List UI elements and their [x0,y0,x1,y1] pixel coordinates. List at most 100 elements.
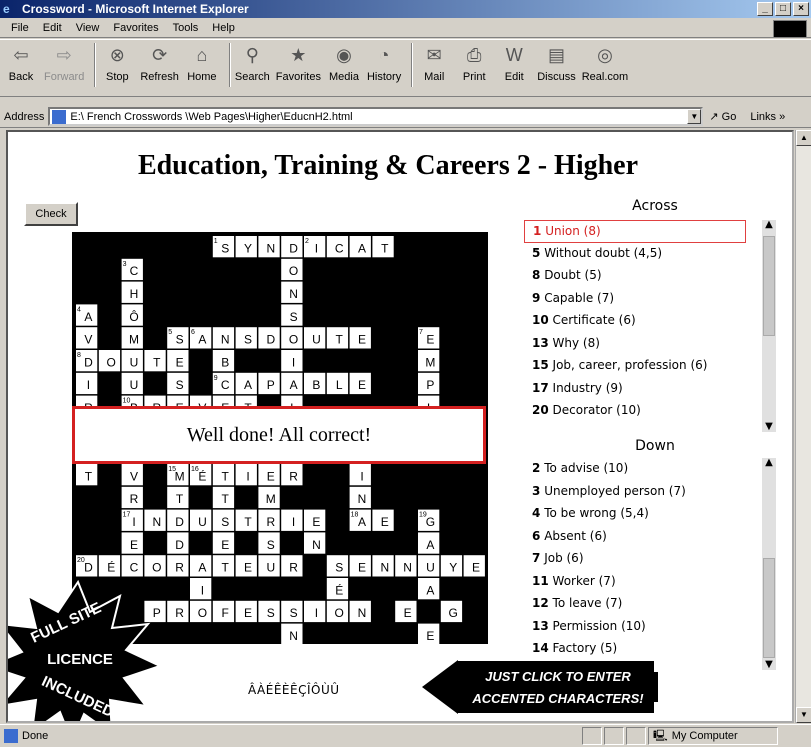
menu-file[interactable]: File [4,22,36,34]
grid-cell[interactable]: 3C [121,258,143,281]
grid-cell[interactable]: 9C [212,372,235,395]
scroll-up-icon[interactable]: ▲ [796,130,811,146]
mail-button[interactable]: ✉ Mail [417,43,451,83]
grid-cell[interactable]: L [326,372,349,395]
grid-cell[interactable]: R [281,555,303,577]
grid-cell[interactable]: E [304,509,326,531]
grid-cell[interactable]: G [440,600,463,623]
accent-characters[interactable]: ÂÀÉÊÈÊÇÎÔÙÛ [248,683,340,697]
grid-cell[interactable]: N [281,281,303,303]
discuss-button[interactable]: ▤ Discuss [537,43,576,83]
grid-cell[interactable]: I [349,464,371,486]
grid-cell[interactable]: I [190,578,212,600]
across-clue[interactable]: 20 Decorator (10) [524,400,746,423]
grid-cell[interactable]: T [144,350,166,372]
grid-cell[interactable]: T [235,509,257,531]
grid-cell[interactable]: E [167,350,189,372]
grid-cell[interactable]: M [121,327,143,349]
menu-favorites[interactable]: Favorites [106,22,165,34]
grid-cell[interactable]: O [98,350,121,372]
grid-cell[interactable]: S [235,327,257,349]
grid-cell[interactable]: N [281,623,303,645]
across-clue[interactable]: 9 Capable (7) [524,288,746,311]
grid-cell[interactable]: S [281,600,303,623]
grid-cell[interactable]: R [121,486,143,509]
grid-cell[interactable]: E [235,600,257,623]
check-button[interactable]: Check [24,202,78,226]
links-button[interactable]: Links » [750,111,785,123]
grid-cell[interactable]: N [304,532,326,554]
grid-cell[interactable]: O [281,327,303,349]
grid-cell[interactable]: F [212,600,235,623]
grid-cell[interactable]: S [212,509,235,531]
grid-cell[interactable]: 7E [418,327,440,349]
grid-cell[interactable]: N [349,486,371,509]
down-clue-list[interactable]: 2 To advise (10) 3 Unemployed person (7) 4… [524,458,746,658]
grid-cell[interactable]: I [304,600,326,623]
grid-cell[interactable]: T [326,327,349,349]
favorites-button[interactable]: ★ Favorites [276,43,321,83]
grid-cell[interactable]: V [121,464,143,486]
down-clue[interactable]: 12 To leave (7) [524,593,746,616]
grid-cell[interactable]: S [281,304,303,326]
down-clue[interactable]: 3 Unemployed person (7) [524,481,746,504]
grid-cell[interactable]: I [235,464,257,486]
down-clue[interactable]: 13 Permission (10) [524,616,746,639]
across-clue[interactable]: 10 Certificate (6) [524,310,746,333]
grid-cell[interactable]: A [418,532,440,554]
scroll-up-icon[interactable]: ▲ [762,220,776,230]
scroll-down-icon[interactable]: ▼ [762,422,776,432]
grid-cell[interactable]: M [258,486,280,509]
grid-cell[interactable]: U [121,372,143,395]
grid-cell[interactable]: O [326,600,349,623]
down-clue[interactable]: 14 Factory (5) [524,638,746,658]
grid-cell[interactable]: T [76,464,98,486]
grid-cell[interactable]: 15M [167,464,189,486]
grid-cell[interactable]: U [258,555,280,577]
minimize-button[interactable]: _ [757,2,773,16]
grid-cell[interactable]: E [121,532,143,554]
grid-cell[interactable]: N [212,327,235,349]
across-clue[interactable]: 8 Doubt (5) [524,265,746,288]
history-button[interactable]: ◔ History [367,43,401,83]
grid-cell[interactable]: 6A [190,327,212,349]
across-clue[interactable]: 1 Union (8) [524,220,746,243]
down-scroll-thumb[interactable] [763,558,775,658]
grid-cell[interactable]: P [258,372,280,395]
home-button[interactable]: ⌂ Home [185,43,219,83]
go-button[interactable]: ↗ Go [709,110,736,123]
close-button[interactable]: × [793,2,809,16]
address-input[interactable]: E:\ French Crosswords \Web Pages\Higher\… [48,107,704,126]
down-clue[interactable]: 11 Worker (7) [524,571,746,594]
grid-cell[interactable]: N [349,600,371,623]
grid-cell[interactable]: N [144,509,166,531]
grid-cell[interactable]: M [418,350,440,372]
page-scrollbar[interactable]: ▲ ▼ [795,130,811,723]
grid-cell[interactable]: O [190,600,212,623]
down-clue[interactable]: 4 To be wrong (5,4) [524,503,746,526]
grid-cell[interactable]: A [190,555,212,577]
grid-cell[interactable]: E [372,509,394,531]
grid-cell[interactable]: E [212,532,235,554]
grid-cell[interactable]: D [258,327,280,349]
menu-view[interactable]: View [69,22,107,34]
address-dropdown-icon[interactable]: ▼ [687,109,702,124]
grid-cell[interactable]: U [304,327,326,349]
grid-cell[interactable]: 2I [304,236,326,258]
across-clue[interactable]: 15 Job, career, profession (6) [524,355,746,378]
search-button[interactable]: ⚲ Search [235,43,270,83]
grid-cell[interactable]: D [281,236,303,258]
grid-cell[interactable]: É [326,578,349,600]
grid-cell[interactable]: E [349,327,371,349]
down-clue[interactable]: 2 To advise (10) [524,458,746,481]
grid-cell[interactable]: I [281,350,303,372]
menu-tools[interactable]: Tools [166,22,206,34]
grid-cell[interactable]: 18 A [349,509,371,531]
grid-cell[interactable]: A [281,372,303,395]
grid-cell[interactable]: E [258,464,280,486]
grid-cell[interactable]: N [372,555,394,577]
grid-cell[interactable]: C [326,236,349,258]
grid-cell[interactable]: S [258,600,280,623]
across-clue[interactable]: 17 Industry (9) [524,378,746,401]
grid-cell[interactable]: T [167,486,189,509]
